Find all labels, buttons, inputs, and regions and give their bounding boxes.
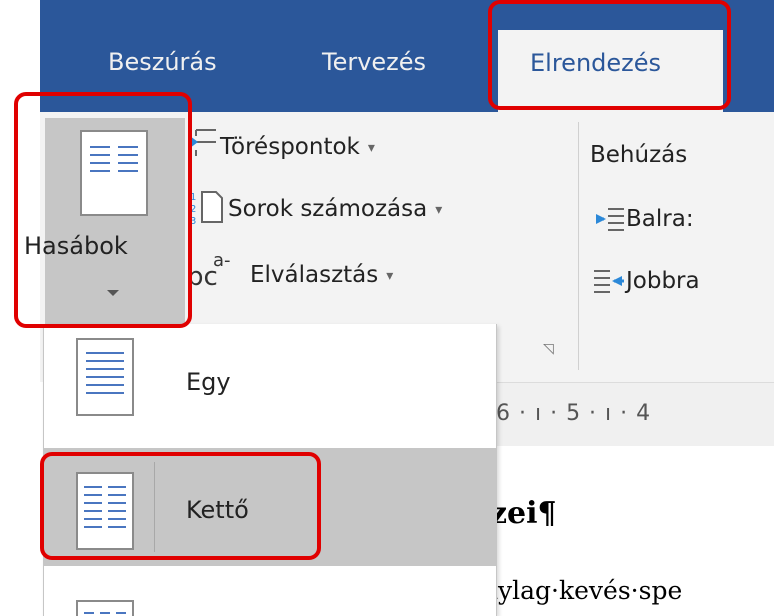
document-heading: zei¶ [490, 496, 557, 531]
breaks-label: Töréspontok [220, 134, 360, 160]
hyphenation-label: Elválasztás [250, 262, 379, 288]
three-column-page-icon [76, 600, 134, 616]
line-numbers-caret-icon: ▾ [435, 201, 443, 218]
svg-text:1: 1 [190, 192, 196, 203]
hyphenation-button[interactable]: Elválasztás ▾ [250, 262, 393, 288]
columns-option-two-label: Kettő [186, 496, 249, 524]
line-numbers-button[interactable]: Sorok számozása ▾ [228, 196, 442, 222]
breaks-caret-icon: ▾ [367, 139, 375, 156]
columns-option-one-label: Egy [186, 368, 231, 396]
one-column-icon-box [54, 338, 154, 428]
columns-option-two[interactable]: Kettő [44, 448, 496, 566]
group-separator [578, 122, 579, 370]
hyphenation-icon: a- bc [187, 250, 231, 292]
document-area: zei¶ ıylag·kevés·spe [490, 446, 774, 616]
breaks-button[interactable]: Töréspontok ▾ [220, 134, 375, 160]
one-column-page-icon [76, 338, 134, 416]
tab-design[interactable]: Tervezés [322, 48, 426, 76]
indent-right-label[interactable]: Jobbra [626, 268, 700, 294]
tab-insert[interactable]: Beszúrás [108, 48, 217, 76]
tab-layout[interactable]: Elrendezés [498, 30, 723, 112]
indent-left-icon [596, 208, 624, 231]
two-columns-page-icon [80, 130, 148, 216]
line-numbers-label: Sorok számozása [228, 196, 428, 222]
two-column-icon-box [54, 462, 155, 552]
columns-dropdown-menu: Egy Kettő [43, 324, 497, 616]
columns-option-three[interactable] [44, 594, 496, 616]
breaks-icon [190, 129, 216, 156]
two-column-page-icon [76, 472, 134, 550]
columns-option-one[interactable]: Egy [44, 324, 496, 442]
indent-group-label: Behúzás [590, 142, 688, 168]
tab-layout-label: Elrendezés [530, 49, 662, 77]
columns-button-label: Hasábok [24, 232, 128, 260]
svg-text:2: 2 [190, 204, 196, 215]
ruler-marks: 6 · ı · 5 · ı · 4 [496, 401, 652, 426]
hyphenation-caret-icon: ▾ [386, 267, 394, 284]
page-setup-launcher-icon[interactable]: ◹ [543, 341, 554, 357]
columns-dropdown-arrow-icon[interactable] [107, 290, 119, 296]
horizontal-ruler: 6 · ı · 5 · ı · 4 [490, 382, 774, 447]
indent-left-label[interactable]: Balra: [626, 206, 694, 232]
indent-right-icon [594, 270, 624, 293]
svg-text:3: 3 [190, 216, 196, 226]
line-numbers-icon: 1 2 3 [190, 191, 223, 226]
document-body-text: ıylag·kevés·spe [490, 576, 683, 605]
